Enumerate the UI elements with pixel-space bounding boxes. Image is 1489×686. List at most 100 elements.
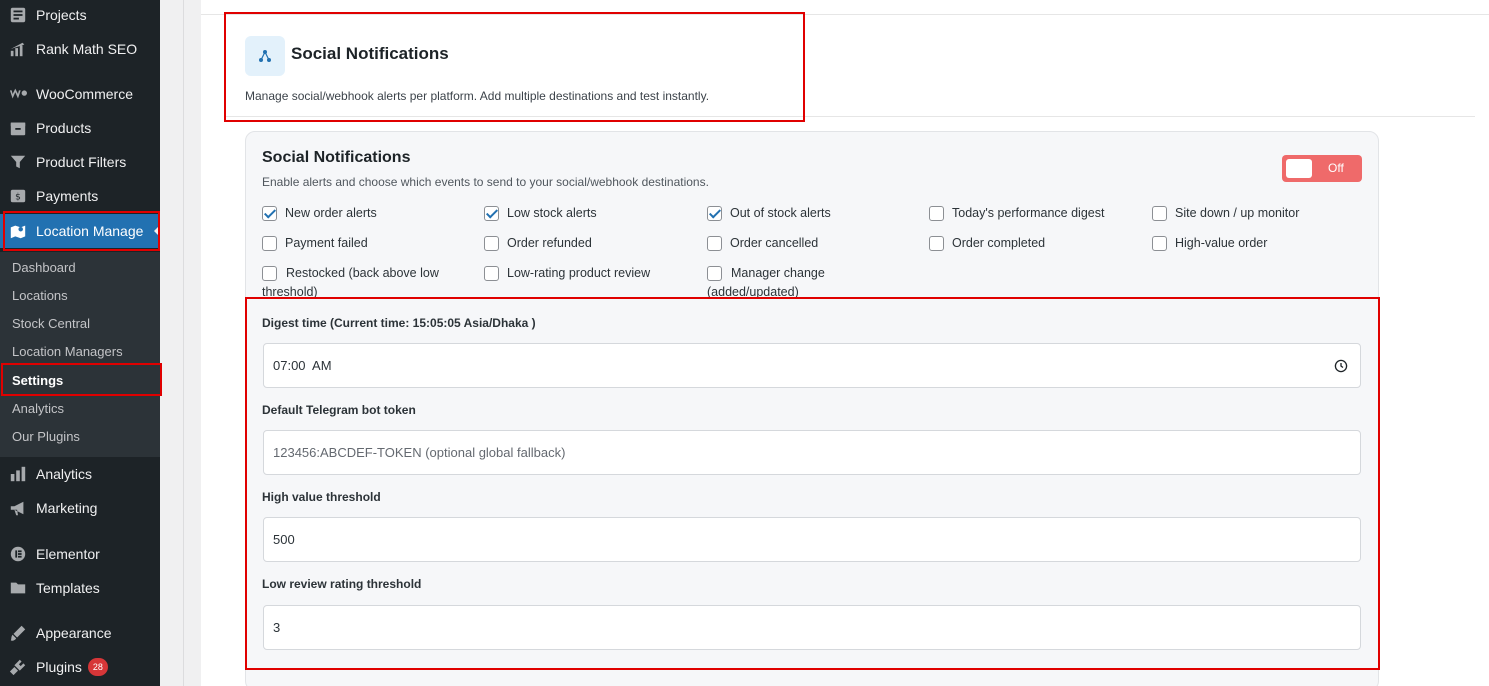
menu-label: Appearance — [36, 625, 112, 641]
plugin-icon — [8, 657, 28, 677]
elementor-icon — [8, 544, 28, 564]
menu-item-payments[interactable]: $ Payments — [0, 179, 160, 213]
submenu-dashboard[interactable]: Dashboard — [12, 258, 76, 278]
high-value-threshold-value: 500 — [273, 532, 295, 547]
submenu-locations[interactable]: Locations — [12, 286, 68, 306]
checkbox[interactable] — [707, 206, 722, 221]
high-value-threshold-label: High value threshold — [262, 490, 381, 504]
menu-label: Marketing — [36, 500, 98, 516]
low-review-threshold-label: Low review rating threshold — [262, 577, 422, 591]
event-checkbox-out-of-stock[interactable]: Out of stock alerts — [707, 206, 831, 221]
megaphone-icon — [8, 498, 28, 518]
telegram-token-input[interactable]: 123456:ABCDEF-TOKEN (optional global fal… — [263, 430, 1361, 475]
card-description: Enable alerts and choose which events to… — [262, 175, 709, 189]
low-review-threshold-input[interactable]: 3 — [263, 605, 1361, 650]
gutter-divider — [183, 0, 184, 686]
menu-item-plugins[interactable]: Plugins 28 — [0, 650, 160, 684]
event-checkbox-performance-digest[interactable]: Today's performance digest — [929, 206, 1104, 221]
event-checkbox-new-order[interactable]: New order alerts — [262, 206, 377, 221]
event-checkbox-payment-failed[interactable]: Payment failed — [262, 236, 368, 251]
menu-item-rank-math[interactable]: Rank Math SEO — [0, 32, 160, 66]
menu-label: Projects — [36, 7, 87, 23]
event-checkbox-manager-change[interactable]: Manager change (added/updated) — [707, 266, 917, 302]
plugins-update-count: 28 — [87, 658, 108, 676]
menu-label: Location Manage — [36, 223, 144, 239]
location-icon — [8, 221, 28, 241]
menu-label: Templates — [36, 580, 100, 596]
submenu-our-plugins[interactable]: Our Plugins — [12, 427, 80, 447]
checkbox[interactable] — [1152, 236, 1167, 251]
checkbox[interactable] — [929, 206, 944, 221]
high-value-threshold-input[interactable]: 500 — [263, 517, 1361, 562]
menu-item-product-filters[interactable]: Product Filters — [0, 145, 160, 179]
event-checkbox-site-monitor[interactable]: Site down / up monitor — [1152, 206, 1299, 221]
submenu-settings[interactable]: Settings — [12, 371, 63, 391]
menu-label: Elementor — [36, 546, 100, 562]
digest-time-label: Digest time (Current time: 15:05:05 Asia… — [262, 316, 536, 330]
menu-label: Payments — [36, 188, 99, 204]
menu-label: Rank Math SEO — [36, 41, 138, 57]
checkbox[interactable] — [262, 206, 277, 221]
brush-icon — [8, 623, 28, 643]
menu-label: Products — [36, 120, 92, 136]
menu-item-location-manage[interactable]: Location Manage — [0, 214, 160, 248]
submenu-stock-central[interactable]: Stock Central — [12, 314, 90, 334]
checkbox[interactable] — [929, 236, 944, 251]
event-checkbox-restocked[interactable]: Restocked (back above low threshold) — [262, 266, 472, 302]
menu-item-analytics[interactable]: Analytics — [0, 457, 160, 491]
share-nodes-icon — [245, 36, 285, 76]
checkbox[interactable] — [707, 266, 722, 281]
low-review-threshold-value: 3 — [273, 620, 281, 635]
location-manage-submenu: Dashboard Locations Stock Central Locati… — [0, 252, 160, 457]
page-description: Manage social/webhook alerts per platfor… — [245, 89, 710, 103]
digest-time-value: 07:00 AM — [273, 358, 332, 373]
menu-item-elementor[interactable]: Elementor — [0, 537, 160, 571]
telegram-token-label: Default Telegram bot token — [262, 403, 416, 417]
checkbox[interactable] — [484, 266, 499, 281]
toggle-knob — [1286, 159, 1312, 178]
event-checkbox-low-rating-review[interactable]: Low-rating product review — [484, 266, 650, 281]
submenu-location-managers[interactable]: Location Managers — [12, 342, 123, 362]
admin-sidebar: Projects Rank Math SEO WooCommerce Produ… — [0, 0, 160, 686]
card-title: Social Notifications — [262, 149, 411, 166]
checkbox[interactable] — [1152, 206, 1167, 221]
event-checkbox-high-value-order[interactable]: High-value order — [1152, 236, 1267, 251]
toggle-label: Off — [1328, 161, 1344, 175]
menu-item-templates[interactable]: Templates — [0, 571, 160, 605]
event-checkbox-order-cancelled[interactable]: Order cancelled — [707, 236, 818, 251]
notifications-toggle[interactable]: Off — [1282, 155, 1362, 182]
menu-item-products[interactable]: Products — [0, 111, 160, 145]
event-checkbox-low-stock[interactable]: Low stock alerts — [484, 206, 597, 221]
rank-math-icon — [8, 39, 28, 59]
checkbox[interactable] — [262, 236, 277, 251]
clock-icon[interactable] — [1334, 359, 1348, 373]
menu-item-appearance[interactable]: Appearance — [0, 616, 160, 650]
menu-label: Plugins — [36, 659, 82, 675]
products-icon — [8, 118, 28, 138]
checkbox[interactable] — [707, 236, 722, 251]
header-divider — [225, 116, 1475, 117]
svg-text:$: $ — [15, 193, 21, 203]
projects-icon — [8, 5, 28, 25]
payments-icon: $ — [8, 186, 28, 206]
checkbox[interactable] — [262, 266, 277, 281]
menu-item-projects[interactable]: Projects — [0, 0, 160, 32]
filter-icon — [8, 152, 28, 172]
menu-label: Analytics — [36, 466, 93, 482]
top-divider — [201, 14, 1489, 15]
menu-item-marketing[interactable]: Marketing — [0, 491, 160, 525]
analytics-icon — [8, 464, 28, 484]
event-checkbox-order-refunded[interactable]: Order refunded — [484, 236, 592, 251]
menu-label: WooCommerce — [36, 86, 133, 102]
event-checkbox-order-completed[interactable]: Order completed — [929, 236, 1045, 251]
submenu-analytics[interactable]: Analytics — [12, 399, 64, 419]
page-title: Social Notifications — [291, 44, 449, 63]
checkbox[interactable] — [484, 206, 499, 221]
telegram-token-placeholder: 123456:ABCDEF-TOKEN (optional global fal… — [273, 445, 566, 460]
woocommerce-icon — [8, 84, 28, 104]
folder-icon — [8, 578, 28, 598]
digest-time-input[interactable]: 07:00 AM — [263, 343, 1361, 388]
checkbox[interactable] — [484, 236, 499, 251]
menu-label: Product Filters — [36, 154, 127, 170]
menu-item-woocommerce[interactable]: WooCommerce — [0, 77, 160, 111]
